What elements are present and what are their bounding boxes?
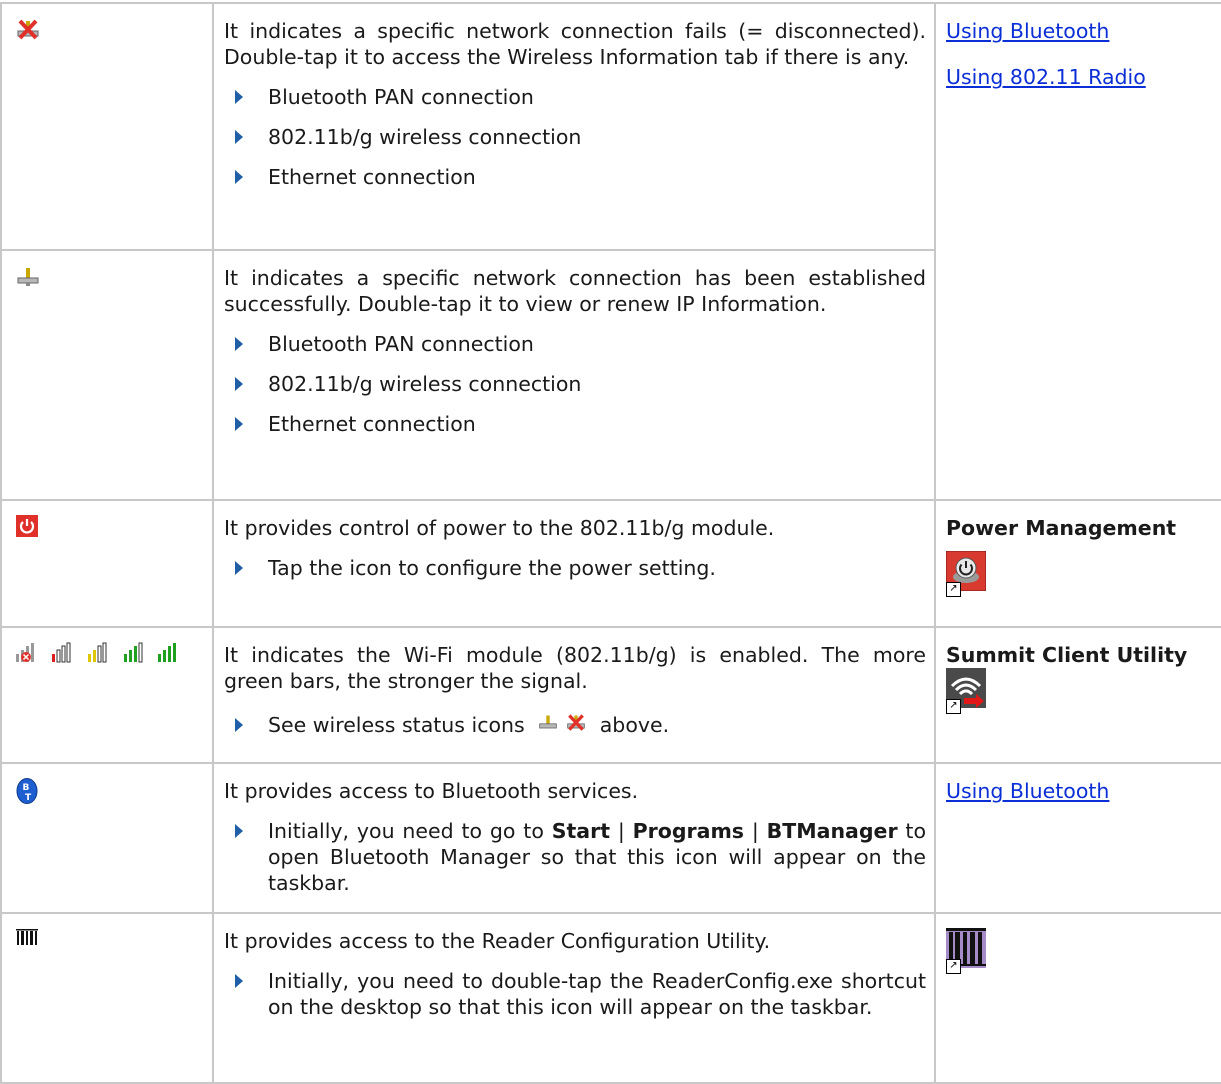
list-item-text: Initially, you need to go to [268,819,552,843]
status-icon-table: It indicates a specific network connecti… [0,2,1221,1084]
using-802-11-radio-link[interactable]: Using 802.11 Radio [946,64,1221,90]
bullet-arrow-icon [235,90,243,104]
using-bluetooth-link[interactable]: Using Bluetooth [946,18,1221,44]
bullet-arrow-icon [235,417,243,431]
list-item-text: See wireless status icons [268,713,525,737]
table-row: It provides control of power to the 802.… [0,499,1221,628]
description-text: It indicates a specific network connecti… [224,266,926,316]
reader-config-shortcut-icon[interactable]: ↗ [946,928,986,974]
icon-cell [0,249,214,501]
description-cell: It indicates a specific network connecti… [212,249,936,501]
table-row: B T It provides access to Bluetooth serv… [0,762,1221,914]
bullet-list: Tap the icon to configure the power sett… [224,555,926,581]
svg-text:T: T [25,793,32,803]
bullet-list: Initially, you need to go to Start | Pro… [224,818,926,896]
description-cell: It provides control of power to the 802.… [212,499,936,628]
bullet-arrow-icon [235,561,243,575]
bullet-arrow-icon [235,718,243,732]
description-cell: It indicates a specific network connecti… [212,2,936,251]
list-item-text: 802.11b/g wireless connection [268,372,582,396]
bullet-arrow-icon [235,974,243,988]
list-item: 802.11b/g wireless connection [224,371,926,397]
reference-cell: Power Management ↗ [934,499,1221,628]
list-item: Tap the icon to configure the power sett… [224,555,926,581]
list-item: Bluetooth PAN connection [224,84,926,110]
summit-client-utility-shortcut-icon[interactable]: ↗ [946,668,986,714]
list-item: Initially, you need to go to Start | Pro… [224,818,926,896]
list-item: Ethernet connection [224,411,926,437]
list-item-text: 802.11b/g wireless connection [268,125,582,149]
bullet-list: Bluetooth PAN connection 802.11b/g wirel… [224,331,926,437]
btmanager-term: BTManager [766,819,898,843]
description-text: It provides control of power to the 802.… [224,516,775,540]
list-item-text: above. [599,713,670,737]
description-cell: It provides access to Bluetooth services… [212,762,936,914]
icon-cell [0,2,214,251]
list-item-text: Bluetooth PAN connection [268,332,534,356]
start-menu-term: Start [551,819,611,843]
power-management-title: Power Management [946,516,1177,540]
list-item: See wireless status icons above. [224,712,926,739]
bullet-list: Initially, you need to double-tap the Re… [224,968,926,1020]
power-management-shortcut-icon[interactable]: ↗ [945,550,987,597]
list-item-text: Ethernet connection [268,165,476,189]
shortcut-arrow-icon: ↗ [946,699,961,714]
icon-cell [0,499,214,628]
programs-menu-term: Programs [632,819,745,843]
barcode-reader-icon [16,928,38,952]
list-item-text: Initially, you need to double-tap the Re… [268,969,926,1019]
list-item-text: Bluetooth PAN connection [268,85,534,109]
table-row: It indicates a specific network connecti… [0,249,1221,501]
description-text: It indicates a specific network connecti… [224,19,926,69]
table-row: It indicates the Wi-Fi module (802.11b/g… [0,626,1221,764]
separator-text: | [744,819,767,843]
bullet-arrow-icon [235,130,243,144]
list-item: Ethernet connection [224,164,926,190]
reference-cell: ↗ [934,912,1221,1084]
bullet-arrow-icon [235,337,243,351]
reference-cell: Summit Client Utility ↗ [934,626,1221,764]
list-item: Initially, you need to double-tap the Re… [224,968,926,1020]
bullet-arrow-icon [235,170,243,184]
bullet-list: See wireless status icons above. [224,712,926,739]
bullet-arrow-icon [235,824,243,838]
network-connected-icon [537,713,559,739]
icon-cell [0,912,214,1084]
svg-text:B: B [23,783,30,793]
reference-cell [934,250,1221,501]
network-disconnected-icon [16,18,40,47]
table-row: It indicates a specific network connecti… [0,2,1221,251]
description-cell: It indicates the Wi-Fi module (802.11b/g… [212,626,936,764]
bluetooth-icon: B T [16,778,38,809]
icon-cell: B T [0,762,214,914]
separator-text: | [610,819,633,843]
shortcut-arrow-icon: ↗ [946,959,961,974]
network-disconnected-icon [565,713,587,739]
shortcut-arrow-icon: ↗ [946,582,961,597]
description-text: It indicates the Wi-Fi module (802.11b/g… [224,643,926,693]
reference-cell: Using Bluetooth Using 802.11 Radio [934,2,1221,250]
description-cell: It provides access to the Reader Configu… [212,912,936,1084]
wifi-signal-icons [16,642,184,669]
description-text: It provides access to the Reader Configu… [224,929,771,953]
bullet-arrow-icon [235,377,243,391]
icon-cell [0,626,214,764]
summit-client-utility-title: Summit Client Utility [946,643,1188,667]
description-text: It provides access to Bluetooth services… [224,779,639,803]
using-bluetooth-link[interactable]: Using Bluetooth [946,778,1221,804]
list-item: 802.11b/g wireless connection [224,124,926,150]
power-icon [16,515,38,542]
bullet-list: Bluetooth PAN connection 802.11b/g wirel… [224,84,926,190]
list-item: Bluetooth PAN connection [224,331,926,357]
list-item-text: Ethernet connection [268,412,476,436]
network-connected-icon [16,265,40,294]
table-row: It provides access to the Reader Configu… [0,912,1221,1084]
list-item-text: Tap the icon to configure the power sett… [268,556,716,580]
reference-cell: Using Bluetooth [934,762,1221,914]
